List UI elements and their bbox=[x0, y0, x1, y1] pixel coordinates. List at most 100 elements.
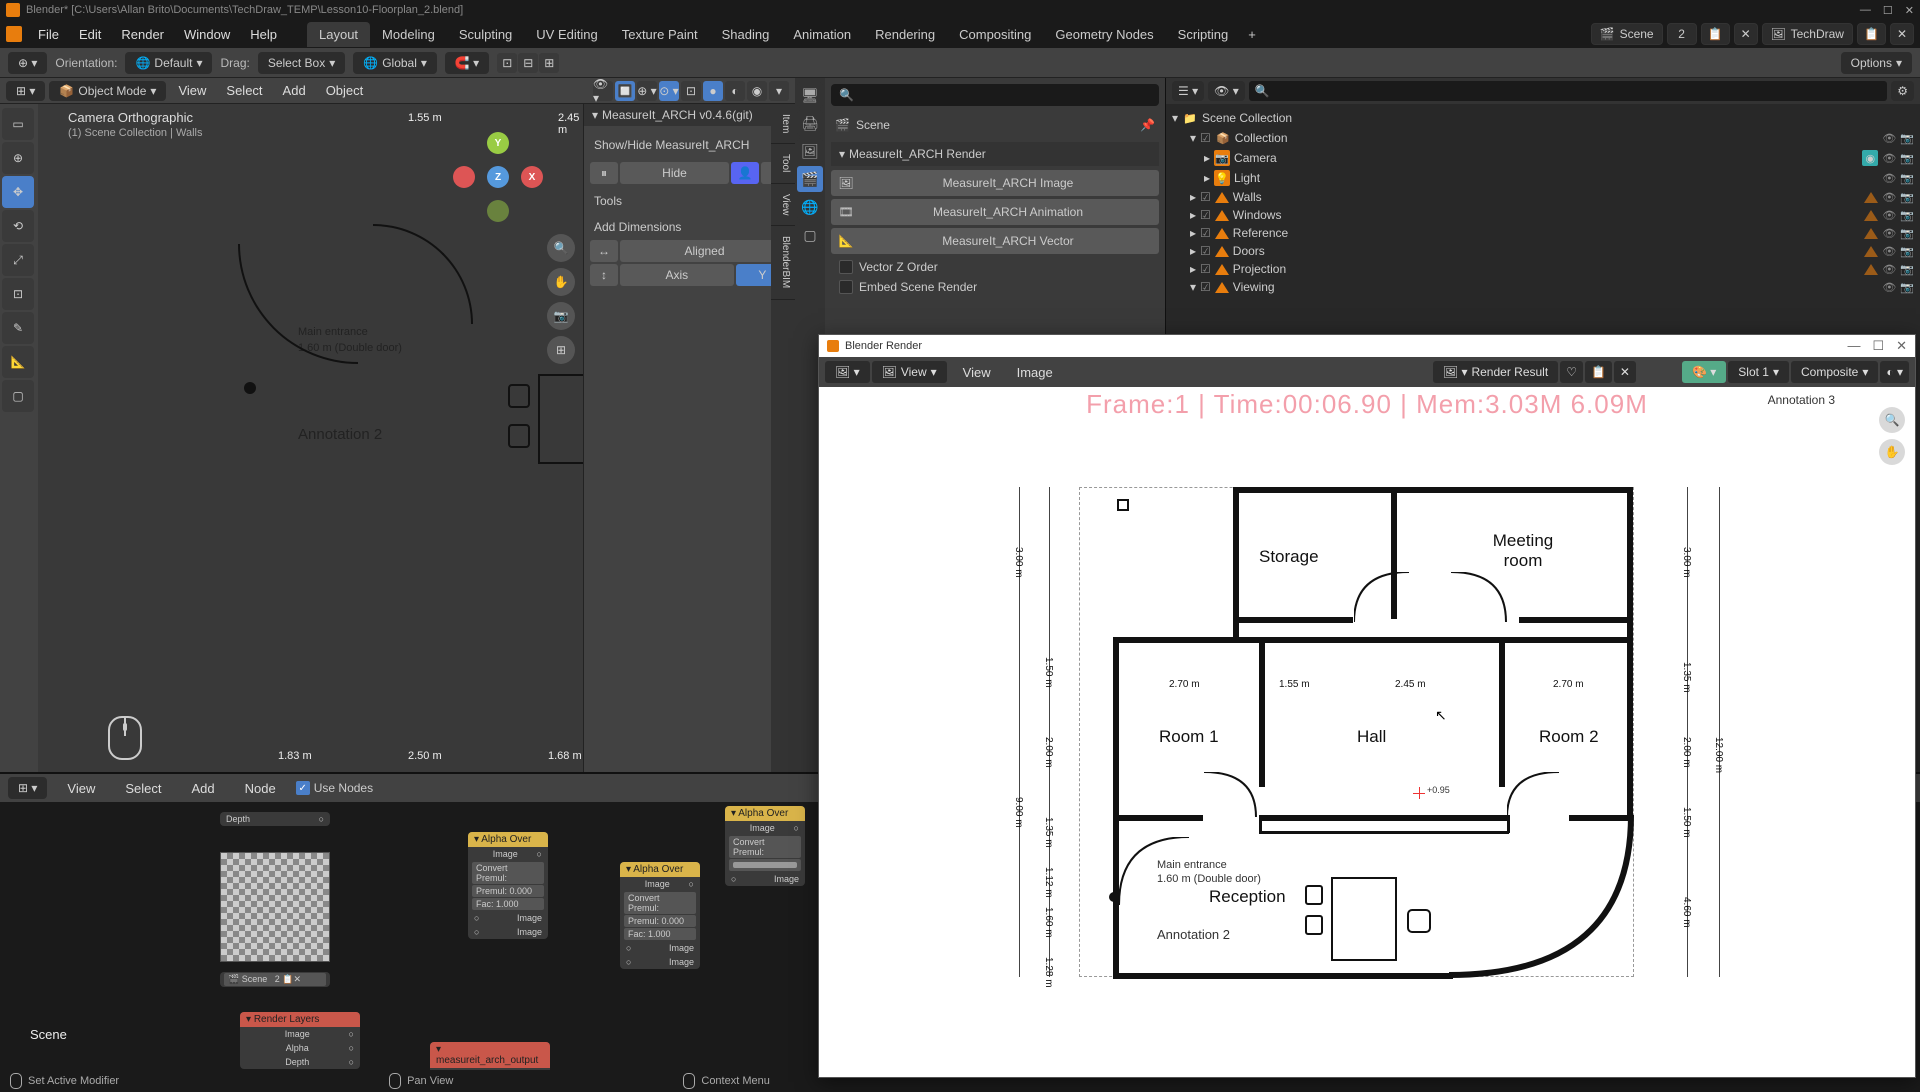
tool-annotate[interactable]: ✎ bbox=[2, 312, 34, 344]
snap-vertex[interactable]: ⊡ bbox=[497, 53, 517, 73]
camera-button[interactable]: 📷 bbox=[547, 302, 575, 330]
pivot-dropdown[interactable]: ⊕ ▾ bbox=[8, 52, 47, 74]
use-nodes-toggle[interactable]: ✓ Use Nodes bbox=[296, 781, 373, 795]
checkbox-icon[interactable]: ☑ bbox=[1200, 280, 1211, 294]
hide-button[interactable]: Hide bbox=[620, 162, 729, 184]
scene-users[interactable]: 2 bbox=[1667, 23, 1697, 45]
snap-toggle[interactable]: 🧲 ▾ bbox=[445, 52, 489, 74]
render-pin[interactable]: ♡ bbox=[1560, 361, 1583, 383]
properties-search[interactable]: 🔍 bbox=[831, 84, 1159, 106]
tool-cursor[interactable]: ⊕ bbox=[2, 142, 34, 174]
checkbox-icon[interactable]: ☑ bbox=[1200, 131, 1211, 145]
tab-animation[interactable]: Animation bbox=[781, 22, 863, 47]
prop-output[interactable]: 🖨 bbox=[797, 110, 823, 136]
tab-scripting[interactable]: Scripting bbox=[1166, 22, 1241, 47]
menu-help[interactable]: Help bbox=[240, 23, 287, 46]
tool-move[interactable]: ✥ bbox=[2, 176, 34, 208]
editor-type-dropdown[interactable]: ⊞ ▾ bbox=[6, 81, 45, 101]
node-node[interactable]: Node bbox=[235, 777, 286, 800]
node-add[interactable]: Add bbox=[182, 777, 225, 800]
tab-add[interactable]: + bbox=[1240, 22, 1264, 47]
tree-doors[interactable]: ▸ ☑ Doors 👁📷 bbox=[1166, 242, 1920, 260]
render-minimize[interactable]: — bbox=[1847, 338, 1860, 354]
checkbox-icon[interactable]: ☑ bbox=[1200, 244, 1211, 258]
axis-icon[interactable]: ↕ bbox=[590, 264, 618, 286]
checkbox[interactable] bbox=[839, 260, 853, 274]
render-menu-view[interactable]: View bbox=[953, 361, 1001, 384]
prop-scene[interactable]: 🎬 bbox=[797, 166, 823, 192]
view-menu[interactable]: View bbox=[170, 79, 214, 102]
menu-render[interactable]: Render bbox=[111, 23, 174, 46]
tab-shading[interactable]: Shading bbox=[710, 22, 782, 47]
shading-material[interactable]: ◐ bbox=[725, 81, 745, 101]
tool-scale[interactable]: ⤢ bbox=[2, 244, 34, 276]
node-alpha-over-3[interactable]: ▾ Alpha Over Image ○ Convert Premul: ○ I… bbox=[725, 806, 805, 886]
tool-add-cube[interactable]: ▢ bbox=[2, 380, 34, 412]
render-composite[interactable]: Composite ▾ bbox=[1791, 361, 1878, 383]
scene-selector[interactable]: 🎬 Scene bbox=[1591, 23, 1663, 45]
tree-scene-collection[interactable]: ▾📁 Scene Collection bbox=[1166, 108, 1920, 128]
aligned-button[interactable]: Aligned bbox=[620, 240, 789, 262]
pause-button[interactable]: ⏸ bbox=[590, 162, 618, 184]
prop-render[interactable]: 🖥 bbox=[797, 82, 823, 108]
embed-scene-render[interactable]: Embed Scene Render bbox=[831, 277, 1159, 297]
prop-viewlayer[interactable]: 🖼 bbox=[797, 138, 823, 164]
tab-uv-editing[interactable]: UV Editing bbox=[524, 22, 609, 47]
viewlayer-new[interactable]: 📋 bbox=[1857, 23, 1886, 45]
tree-reference[interactable]: ▸ ☑ Reference 👁📷 bbox=[1166, 224, 1920, 242]
tree-collection[interactable]: ▾ ☑ 📦 Collection 👁📷 bbox=[1166, 128, 1920, 148]
tree-viewing[interactable]: ▾ ☑ Viewing 👁📷 bbox=[1166, 278, 1920, 296]
tree-light[interactable]: ▸ 💡 Light 👁📷 bbox=[1166, 168, 1920, 188]
outliner-search[interactable]: 🔍 bbox=[1249, 81, 1888, 101]
vtab-blenderbim[interactable]: BlenderBIM bbox=[771, 226, 795, 299]
tree-camera[interactable]: ▸ 📷 Camera ◉ 👁📷 bbox=[1166, 148, 1920, 168]
shading-options[interactable]: ▾ bbox=[769, 81, 789, 101]
measureit-header[interactable]: ▾ MeasureIt_ARCH v0.4.6(git) bbox=[584, 104, 795, 126]
render-pan[interactable]: ✋ bbox=[1879, 439, 1905, 465]
checkbox-icon[interactable]: ☑ bbox=[1200, 190, 1211, 204]
render-canvas[interactable]: Frame:1 | Time:00:06.90 | Mem:3.03M 6.09… bbox=[819, 387, 1915, 1077]
tab-texture-paint[interactable]: Texture Paint bbox=[610, 22, 710, 47]
node-image-out[interactable]: Depth○ bbox=[220, 812, 330, 826]
gizmo-x-neg[interactable] bbox=[453, 166, 475, 188]
pan-button[interactable]: ✋ bbox=[547, 268, 575, 296]
menu-edit[interactable]: Edit bbox=[69, 23, 111, 46]
tool-rotate[interactable]: ⟲ bbox=[2, 210, 34, 242]
tool-measure[interactable]: 📐 bbox=[2, 346, 34, 378]
node-select[interactable]: Select bbox=[115, 777, 171, 800]
outliner-filter[interactable]: ⚙ bbox=[1891, 81, 1914, 101]
drag-dropdown[interactable]: Select Box ▾ bbox=[258, 52, 345, 74]
vtab-item[interactable]: Item bbox=[771, 104, 795, 144]
gizmo-y-neg[interactable] bbox=[487, 200, 509, 222]
dim-type-icon[interactable]: ↔ bbox=[590, 240, 618, 262]
maximize-button[interactable]: ☐ bbox=[1883, 4, 1893, 17]
gizmo-x[interactable]: X bbox=[521, 166, 543, 188]
viewlayer-delete[interactable]: ✕ bbox=[1890, 23, 1914, 45]
checkbox-icon[interactable]: ☑ bbox=[1200, 208, 1211, 222]
orientation-dropdown[interactable]: 🌐 Default ▾ bbox=[125, 52, 212, 74]
render-paint[interactable]: 🎨 ▾ bbox=[1682, 361, 1726, 383]
minimize-button[interactable]: — bbox=[1860, 4, 1871, 17]
checkbox-icon[interactable]: ☑ bbox=[1200, 262, 1211, 276]
menu-window[interactable]: Window bbox=[174, 23, 240, 46]
render-close-img[interactable]: ✕ bbox=[1614, 361, 1636, 383]
render-close[interactable]: ✕ bbox=[1896, 338, 1907, 354]
pin-icon[interactable]: 📌 bbox=[1140, 118, 1155, 132]
node-alpha-over-1[interactable]: ▾ Alpha Over Image ○ Convert Premul: Pre… bbox=[468, 832, 548, 939]
render-maximize[interactable]: ☐ bbox=[1872, 338, 1884, 354]
render-animation-button[interactable]: 🎞MeasureIt_ARCH Animation bbox=[831, 199, 1159, 225]
scene-new[interactable]: 📋 bbox=[1701, 23, 1730, 45]
node-scene-select[interactable]: 🎬 Scene 2 📋✕ bbox=[220, 972, 330, 987]
node-view[interactable]: View bbox=[57, 777, 105, 800]
tab-modeling[interactable]: Modeling bbox=[370, 22, 447, 47]
tab-sculpting[interactable]: Sculpting bbox=[447, 22, 524, 47]
overlay-toggle[interactable]: ⊙ ▾ bbox=[659, 81, 679, 101]
vector-z-order[interactable]: Vector Z Order bbox=[831, 257, 1159, 277]
discord-button[interactable]: 👤 bbox=[731, 162, 759, 184]
vtab-tool[interactable]: Tool bbox=[771, 144, 795, 183]
mode-dropdown[interactable]: 📦 Object Mode ▾ bbox=[49, 81, 166, 101]
tab-geometry-nodes[interactable]: Geometry Nodes bbox=[1043, 22, 1165, 47]
close-button[interactable]: ✕ bbox=[1905, 4, 1914, 17]
measureit-render-header[interactable]: ▾ MeasureIt_ARCH Render bbox=[831, 142, 1159, 166]
vtab-view[interactable]: View bbox=[771, 184, 795, 227]
